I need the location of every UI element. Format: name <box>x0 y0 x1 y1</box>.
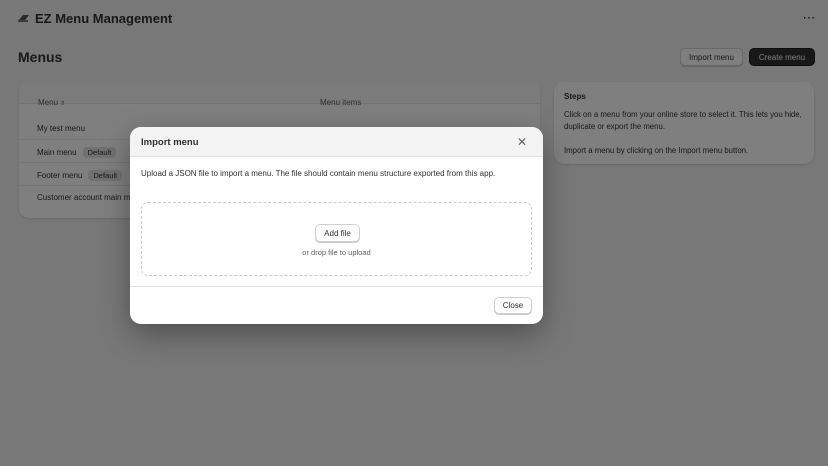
close-button[interactable]: Close <box>494 297 532 314</box>
import-menu-modal: Import menu ✕ Upload a JSON file to impo… <box>130 127 543 324</box>
add-file-button[interactable]: Add file <box>315 224 360 242</box>
drop-hint: or drop file to upload <box>302 248 371 257</box>
modal-title: Import menu <box>141 137 199 148</box>
modal-description: Upload a JSON file to import a menu. The… <box>141 169 496 178</box>
modal-header: Import menu ✕ <box>130 127 543 157</box>
file-dropzone[interactable]: Add file or drop file to upload <box>141 202 532 276</box>
close-icon[interactable]: ✕ <box>515 135 529 149</box>
modal-footer: Close <box>130 286 543 324</box>
